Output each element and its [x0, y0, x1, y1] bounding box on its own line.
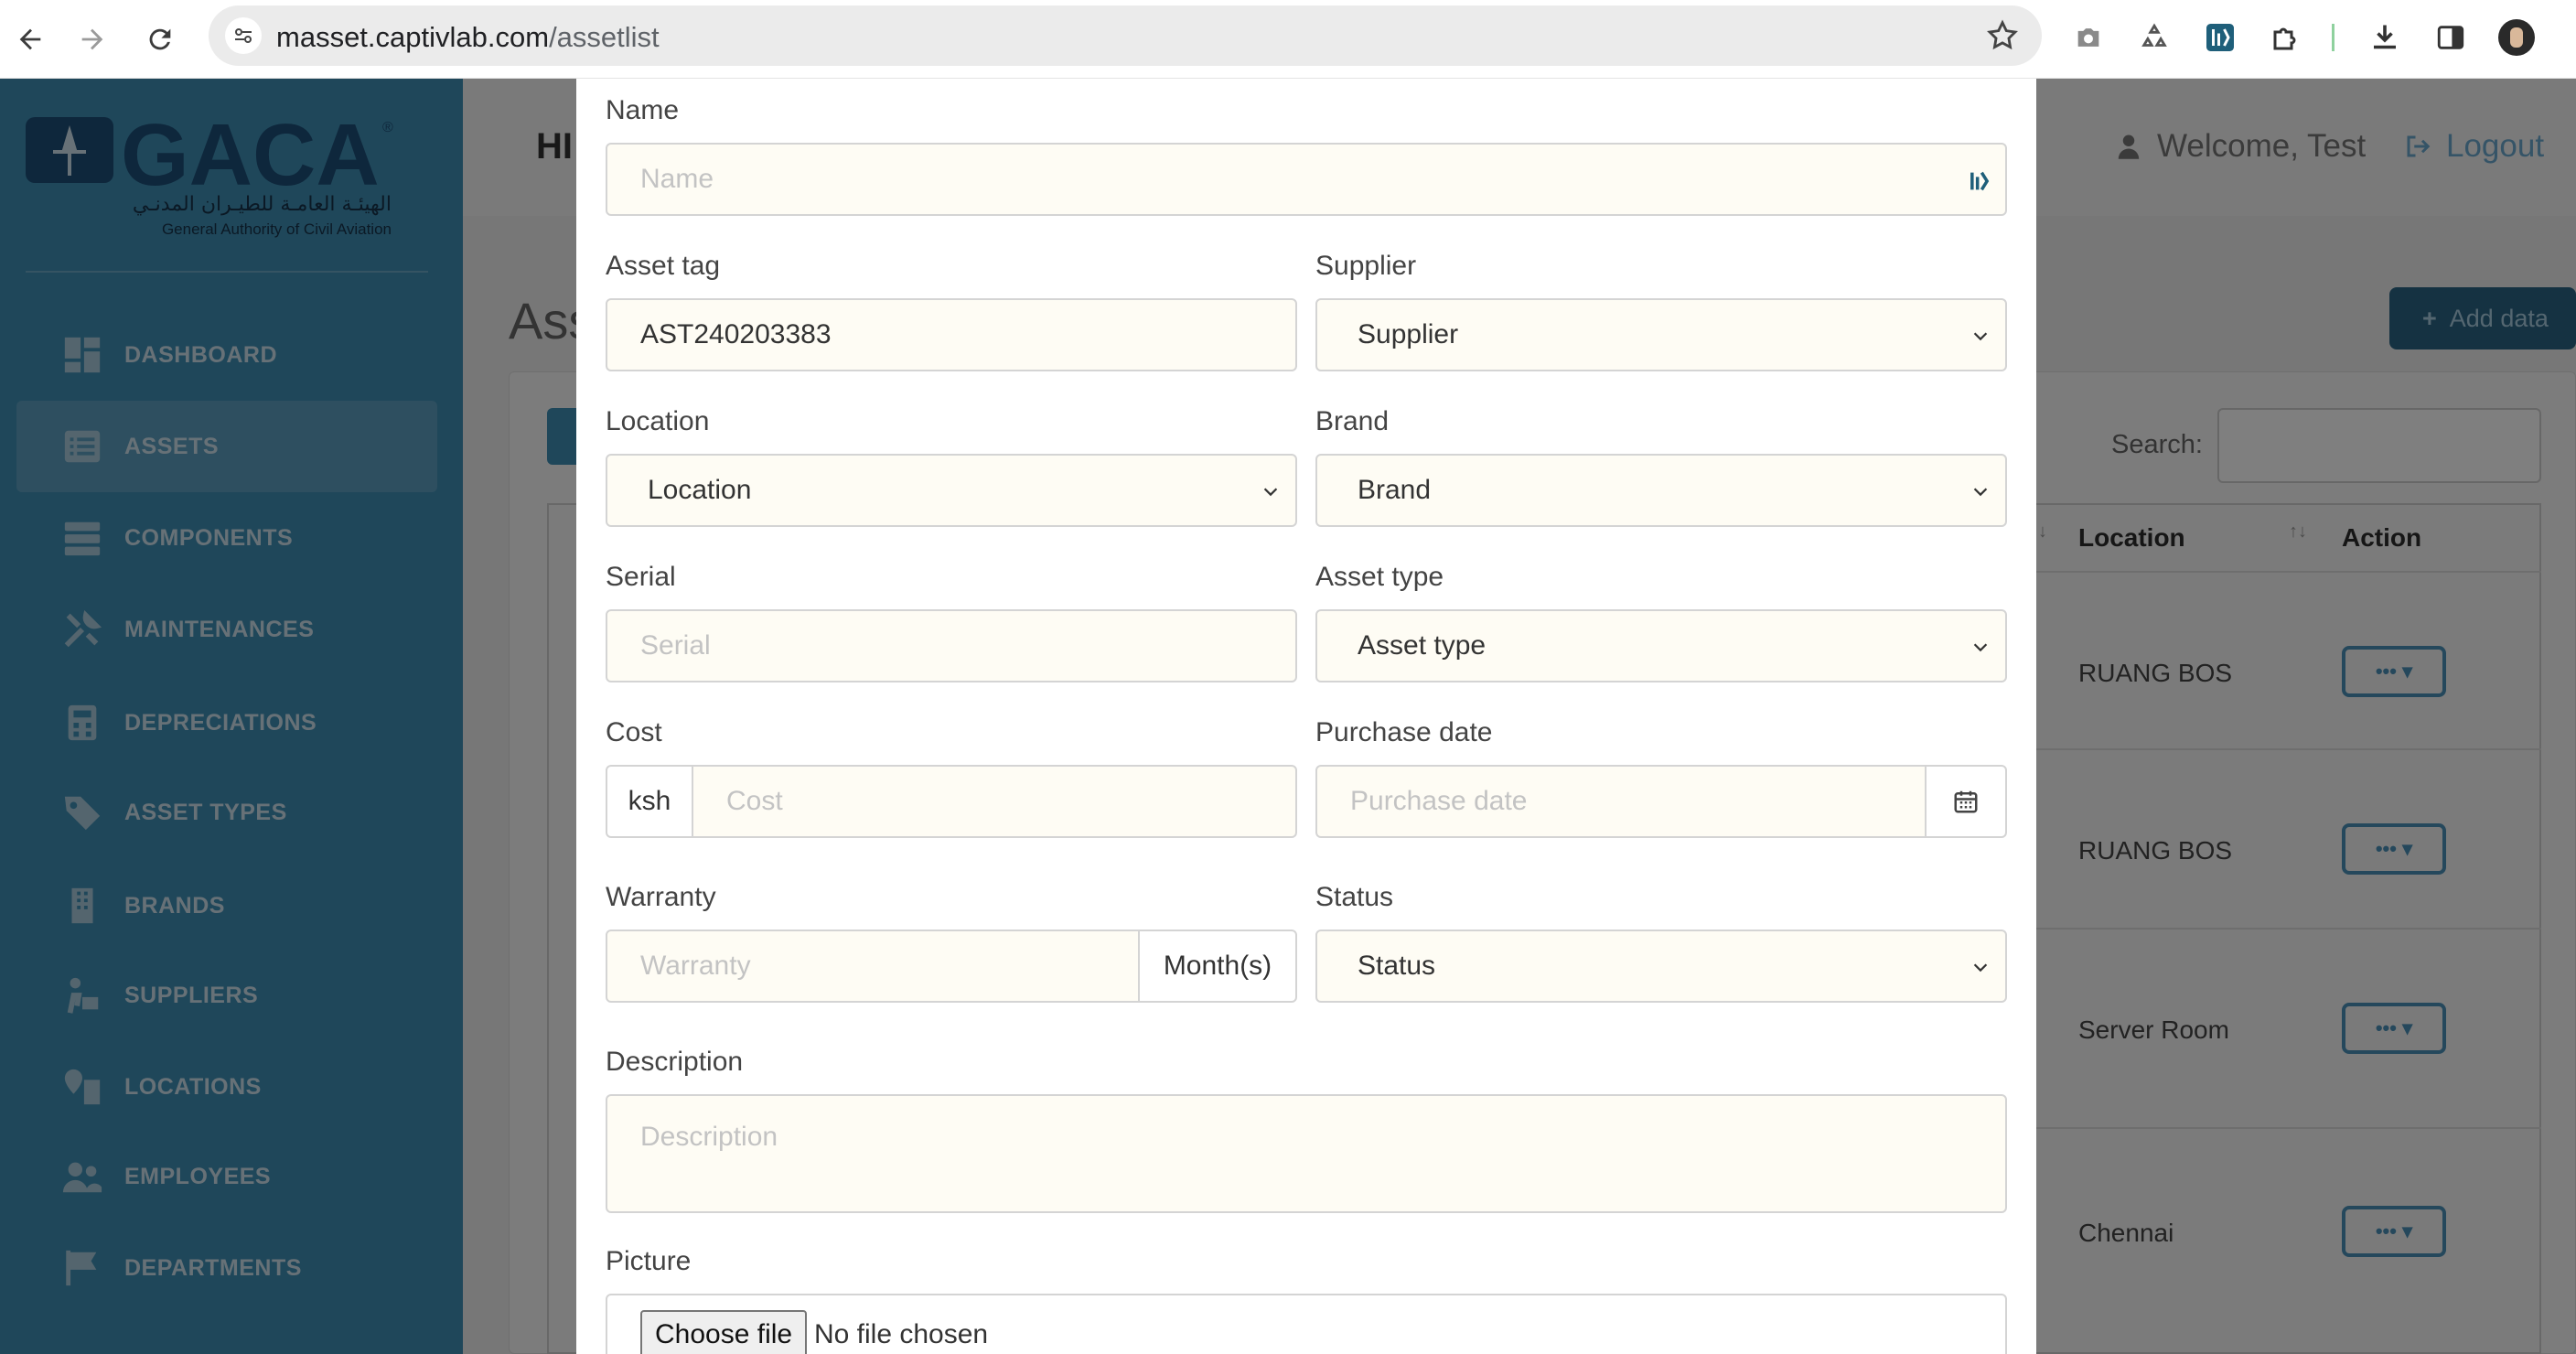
- asset-tag-label: Asset tag: [606, 251, 721, 281]
- description-label: Description: [606, 1047, 744, 1077]
- camera-icon[interactable]: [2069, 18, 2108, 57]
- currency-prefix: ksh: [606, 765, 693, 838]
- purchase-date-label: Purchase date: [1315, 717, 1493, 747]
- chevron-down-icon: [1973, 332, 1988, 341]
- serial-label: Serial: [606, 562, 676, 592]
- purchase-date-input[interactable]: Purchase date: [1315, 765, 1927, 838]
- supplier-label: Supplier: [1315, 251, 1417, 281]
- picture-file-input[interactable]: Choose file No file chosen: [606, 1294, 2007, 1354]
- password-manager-icon[interactable]: [1967, 168, 1992, 194]
- location-label: Location: [606, 406, 710, 436]
- site-settings-icon[interactable]: [225, 17, 262, 54]
- warranty-unit-suffix: Month(s): [1138, 930, 1297, 1003]
- address-bar[interactable]: masset.captivlab.com/assetlist: [209, 5, 2042, 66]
- choose-file-button[interactable]: Choose file: [640, 1310, 808, 1354]
- forward-icon[interactable]: [66, 13, 119, 66]
- extension-app-icon[interactable]: [2201, 18, 2239, 57]
- serial-input[interactable]: Serial: [606, 609, 1297, 682]
- name-input[interactable]: Name: [606, 143, 2007, 216]
- supplier-select[interactable]: Supplier: [1315, 298, 2007, 371]
- asset-type-label: Asset type: [1315, 562, 1444, 592]
- bookmark-star-icon[interactable]: [1985, 18, 2020, 53]
- chevron-down-icon: [1973, 963, 1988, 973]
- reload-icon[interactable]: [134, 13, 187, 66]
- asset-tag-input[interactable]: AST240203383: [606, 298, 1297, 371]
- url-text: masset.captivlab.com/assetlist: [276, 21, 660, 53]
- chevron-down-icon: [1973, 643, 1988, 652]
- status-label: Status: [1315, 882, 1394, 912]
- name-label: Name: [606, 95, 680, 125]
- brand-label: Brand: [1315, 406, 1390, 436]
- download-icon[interactable]: [2366, 18, 2404, 57]
- calendar-button[interactable]: [1925, 765, 2007, 838]
- browser-toolbar: masset.captivlab.com/assetlist: [0, 0, 2576, 79]
- toolbar-divider: [2331, 18, 2334, 57]
- recycle-icon[interactable]: [2135, 18, 2174, 57]
- profile-avatar[interactable]: [2497, 18, 2536, 57]
- cost-label: Cost: [606, 717, 662, 747]
- picture-label: Picture: [606, 1246, 692, 1276]
- file-status-text: No file chosen: [814, 1319, 989, 1349]
- chevron-down-icon: [1263, 488, 1278, 497]
- cost-input[interactable]: Cost: [692, 765, 1297, 838]
- side-panel-icon[interactable]: [2431, 18, 2470, 57]
- status-select[interactable]: Status: [1315, 930, 2007, 1003]
- chevron-down-icon: [1973, 488, 1988, 497]
- back-icon[interactable]: [4, 13, 57, 66]
- asset-type-select[interactable]: Asset type: [1315, 609, 2007, 682]
- warranty-label: Warranty: [606, 882, 716, 912]
- calendar-icon: [1954, 790, 1978, 813]
- description-textarea[interactable]: Description: [606, 1094, 2007, 1213]
- puzzle-icon[interactable]: [2267, 18, 2305, 57]
- warranty-input[interactable]: Warranty: [606, 930, 1140, 1003]
- brand-select[interactable]: Brand: [1315, 454, 2007, 527]
- location-select[interactable]: Location: [606, 454, 1297, 527]
